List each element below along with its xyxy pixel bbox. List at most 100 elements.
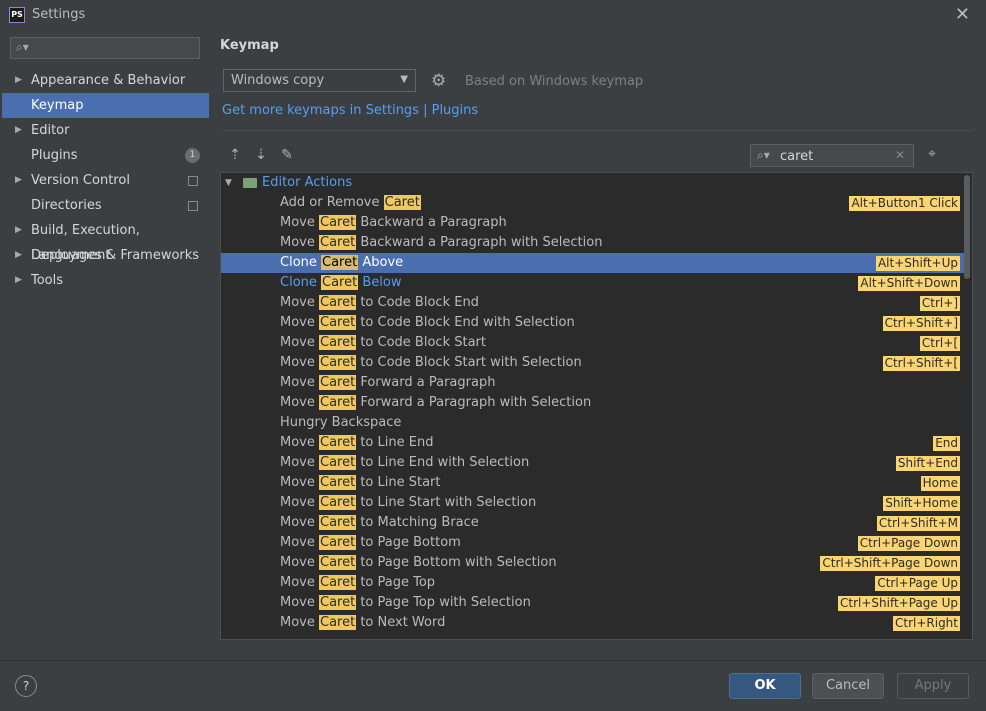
action-row[interactable]: Move Caret to Matching Brace Ctrl+Shift+M <box>221 513 964 533</box>
action-name-suffix: Forward a Paragraph with Selection <box>356 395 592 410</box>
sidebar-item-label: Version Control <box>31 173 130 188</box>
window-title: Settings <box>32 7 86 22</box>
search-match-highlight: Caret <box>319 455 357 470</box>
find-by-shortcut-icon[interactable]: ⌖ <box>923 146 941 164</box>
action-name-prefix: Move <box>280 615 319 630</box>
sidebar-item-label: Appearance & Behavior <box>31 73 186 88</box>
action-name-suffix: to Code Block Start <box>356 335 486 350</box>
plugin-updates-badge: 1 <box>185 148 200 163</box>
gear-icon[interactable]: ⚙ <box>431 71 446 91</box>
action-row[interactable]: Move Caret to Line Start Home <box>221 473 964 493</box>
shortcut-badge: Ctrl+Shift+[ <box>882 356 960 371</box>
apply-button[interactable]: Apply <box>897 673 969 699</box>
action-name: Move Caret to Code Block End <box>280 293 479 313</box>
action-name-prefix: Move <box>280 535 319 550</box>
action-row[interactable]: Move Caret to Code Block End Ctrl+] <box>221 293 964 313</box>
sidebar-item-keymap[interactable]: Keymap <box>2 93 209 118</box>
sidebar-item-label: Languages & Frameworks <box>31 248 200 263</box>
action-row[interactable]: Move Caret to Line End End <box>221 433 964 453</box>
clear-search-icon[interactable]: ✕ <box>895 148 905 162</box>
action-row[interactable]: Move Caret to Line End with Selection Shi… <box>221 453 964 473</box>
project-scope-icon <box>188 176 198 186</box>
action-row[interactable]: Move Caret Backward a Paragraph with Sel… <box>221 233 964 253</box>
sidebar-item-appearance-behavior[interactable]: ▶ Appearance & Behavior <box>2 68 209 93</box>
sidebar-item-version-control[interactable]: ▶ Version Control <box>2 168 209 193</box>
settings-search-input[interactable]: ⌕▾ <box>10 37 200 59</box>
action-name-suffix: to Line End <box>356 435 434 450</box>
sidebar-item-label: Keymap <box>31 98 84 113</box>
sidebar-item-languages-frameworks[interactable]: ▶ Languages & Frameworks <box>2 243 209 268</box>
shortcut-badge: Home <box>920 476 960 491</box>
search-icon: ⌕▾ <box>16 40 29 54</box>
sidebar-item-build-execution-deployment[interactable]: ▶ Build, Execution, Deployment <box>2 218 209 263</box>
collapse-all-icon[interactable]: ⇣ <box>252 146 270 164</box>
action-name: Move Caret to Matching Brace <box>280 513 479 533</box>
expand-arrow-icon[interactable]: ▶ <box>15 68 22 93</box>
action-row[interactable]: Move Caret Backward a Paragraph <box>221 213 964 233</box>
expand-arrow-icon[interactable]: ▶ <box>15 243 22 268</box>
sidebar-item-directories[interactable]: Directories <box>2 193 209 218</box>
sidebar-item-plugins[interactable]: Plugins 1 <box>2 143 209 168</box>
keymap-search-input[interactable]: ⌕▾ caret ✕ <box>750 144 914 167</box>
action-name-prefix: Hungry Backspace <box>280 415 402 430</box>
action-row[interactable]: Move Caret to Page Bottom Ctrl+Page Down <box>221 533 964 553</box>
action-name-prefix: Move <box>280 515 319 530</box>
expand-arrow-icon[interactable]: ▶ <box>15 168 22 193</box>
based-on-label: Based on Windows keymap <box>465 74 644 89</box>
expand-all-icon[interactable]: ⇡ <box>226 146 244 164</box>
action-name-prefix: Move <box>280 455 319 470</box>
close-icon[interactable]: ✕ <box>955 4 970 25</box>
collapse-arrow-icon[interactable]: ▼ <box>225 173 232 193</box>
action-name: Clone Caret Below <box>280 273 401 293</box>
expand-arrow-icon[interactable]: ▶ <box>15 218 22 243</box>
action-name-prefix: Move <box>280 475 319 490</box>
help-button[interactable]: ? <box>15 675 37 697</box>
action-name: Move Caret to Line Start <box>280 473 441 493</box>
cancel-button[interactable]: Cancel <box>812 673 884 699</box>
action-name-suffix: Above <box>358 255 404 270</box>
action-row[interactable]: Add or Remove Caret Alt+Button1 Click <box>221 193 964 213</box>
keymap-select[interactable]: Windows copy ▼ <box>223 69 416 92</box>
keymap-tree: ▼ Editor Actions Add or Remove Caret Alt+… <box>220 172 973 640</box>
expand-arrow-icon[interactable]: ▶ <box>15 268 22 293</box>
action-name-prefix: Move <box>280 435 319 450</box>
action-row[interactable]: Move Caret to Code Block Start with Sele… <box>221 353 964 373</box>
shortcut-badge: End <box>933 436 960 451</box>
search-match-highlight: Caret <box>319 235 357 250</box>
ok-button[interactable]: OK <box>729 673 801 699</box>
action-name-prefix: Move <box>280 555 319 570</box>
shortcut-badge: Ctrl+Shift+M <box>876 516 960 531</box>
action-name: Clone Caret Above <box>280 253 403 273</box>
tree-scrollbar[interactable] <box>964 175 970 279</box>
title-bar: PS Settings ✕ <box>0 0 986 30</box>
search-match-highlight: Caret <box>319 615 357 630</box>
action-row[interactable]: Move Caret to Line Start with Selection S… <box>221 493 964 513</box>
shortcut-badge: Shift+End <box>895 456 960 471</box>
action-name: Move Caret to Page Top <box>280 573 435 593</box>
action-row[interactable]: Clone Caret Below Alt+Shift+Down <box>221 273 964 293</box>
sidebar-item-tools[interactable]: ▶ Tools <box>2 268 209 293</box>
sidebar-item-editor[interactable]: ▶ Editor <box>2 118 209 143</box>
action-name: Move Caret to Code Block End with Select… <box>280 313 575 333</box>
action-row[interactable]: Move Caret to Page Top with Selection Ctr… <box>221 593 964 613</box>
action-row[interactable]: Move Caret to Next Word Ctrl+Right <box>221 613 964 633</box>
action-row[interactable]: Move Caret to Page Bottom with Selection… <box>221 553 964 573</box>
action-row[interactable]: Move Caret to Code Block Start Ctrl+[ <box>221 333 964 353</box>
action-row[interactable]: Move Caret Forward a Paragraph with Sele… <box>221 393 964 413</box>
action-row[interactable]: Clone Caret Above Alt+Shift+Up <box>221 253 964 273</box>
search-match-highlight: Caret <box>319 595 357 610</box>
tree-root-editor-actions[interactable]: ▼ Editor Actions <box>221 173 966 193</box>
keymaps-plugins-link[interactable]: Get more keymaps in Settings | Plugins <box>222 103 478 118</box>
sidebar-item-label: Plugins <box>31 148 78 163</box>
action-row[interactable]: Move Caret to Page Top Ctrl+Page Up <box>221 573 964 593</box>
edit-pencil-icon[interactable]: ✎ <box>278 146 296 164</box>
action-name: Move Caret to Line Start with Selection <box>280 493 536 513</box>
action-row[interactable]: Move Caret to Code Block End with Select… <box>221 313 964 333</box>
action-row[interactable]: Hungry Backspace <box>221 413 964 433</box>
action-row[interactable]: Move Caret Forward a Paragraph <box>221 373 964 393</box>
expand-arrow-icon[interactable]: ▶ <box>15 118 22 143</box>
action-name-suffix: to Next Word <box>356 615 446 630</box>
search-match-highlight: Caret <box>319 395 357 410</box>
shortcut-badge: Alt+Shift+Up <box>875 256 960 271</box>
action-name-prefix: Move <box>280 335 319 350</box>
